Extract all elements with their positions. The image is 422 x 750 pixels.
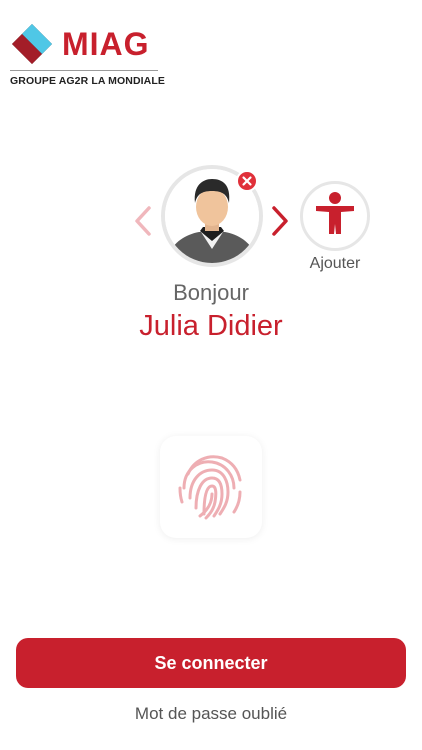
remove-profile-button[interactable]	[236, 170, 258, 192]
greeting-text: Bonjour	[173, 280, 249, 305]
forgot-password-link[interactable]: Mot de passe oublié	[0, 704, 422, 724]
fingerprint-button[interactable]	[160, 436, 262, 538]
user-name: Julia Didier	[139, 310, 283, 342]
close-icon	[242, 176, 252, 186]
add-account-button[interactable]	[300, 181, 370, 251]
brand-divider	[10, 70, 158, 71]
chevron-right-icon[interactable]	[268, 204, 292, 238]
miag-logo-icon	[12, 24, 52, 64]
chevron-left-icon[interactable]	[131, 204, 155, 238]
brand-logo: MIAG GROUPE AG2R LA MONDIALE	[10, 22, 170, 88]
add-account-label[interactable]: Ajouter	[300, 255, 370, 273]
fingerprint-icon	[178, 455, 242, 520]
brand-name: MIAG	[62, 26, 150, 62]
connect-button[interactable]: Se connecter	[16, 638, 406, 688]
accessibility-person-icon	[316, 192, 354, 234]
brand-subtitle: GROUPE AG2R LA MONDIALE	[10, 75, 165, 87]
